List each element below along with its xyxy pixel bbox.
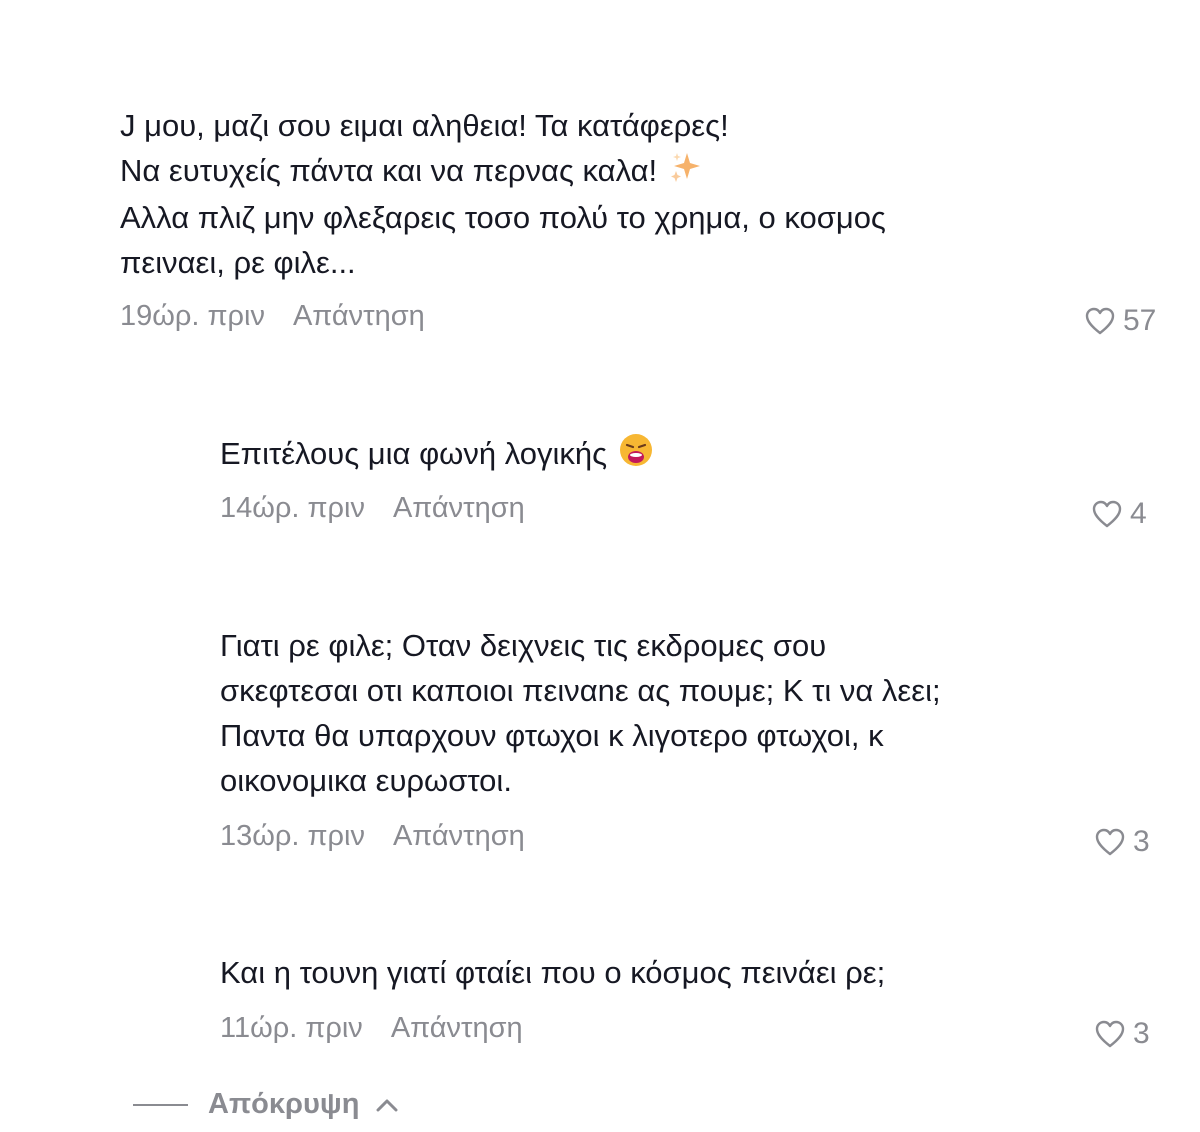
comment-text: Επιτέλους μια φωνή λογικής <box>220 431 653 479</box>
like-button[interactable]: 4 <box>1092 497 1147 531</box>
comment-line: Παντα θα υπαρχουν φτωχοι κ λιγοτερο φτωχ… <box>220 718 884 753</box>
like-button[interactable]: 3 <box>1095 1017 1150 1051</box>
comment-text: J μου, μαζι σου ειμαι αληθεια! Τα κατάφε… <box>120 103 886 285</box>
comment-time: 19ώρ. πριν <box>120 300 265 332</box>
comment-time: 14ώρ. πριν <box>220 492 365 524</box>
comment-line: Γιατι ρε φιλε; Οταν δειχνεις τις εκδρομε… <box>220 628 827 663</box>
comment-line: J μου, μαζι σου ειμαι αληθεια! Τα κατάφε… <box>120 108 729 143</box>
comment-time: 11ώρ. πριν <box>220 1012 363 1044</box>
reply-button[interactable]: Απάντηση <box>293 300 425 333</box>
comment-line: Να ευτυχείς πάντα και να περνας καλα! <box>120 148 886 195</box>
comment-2: Επιτέλους μια φωνή λογικής <box>220 431 653 479</box>
reply-button[interactable]: Απάντηση <box>393 820 525 853</box>
heart-outline-icon <box>1092 500 1122 528</box>
like-count: 57 <box>1123 304 1157 337</box>
chevron-up-icon <box>376 1099 398 1111</box>
heart-outline-icon <box>1095 1020 1125 1048</box>
comment-meta: 11ώρ. πριν Απάντηση <box>220 1012 523 1045</box>
comment-line: οικονομικα ευρωστοι. <box>220 763 512 798</box>
comment-1: J μου, μαζι σου ειμαι αληθεια! Τα κατάφε… <box>120 103 886 285</box>
weary-face-emoji <box>619 433 653 479</box>
sparkles-emoji <box>669 150 701 195</box>
comment-text: Και η τουνη γιατί φταίει που ο κόσμος πε… <box>220 950 885 995</box>
heart-outline-icon <box>1095 828 1125 856</box>
comment-line-text: Να ευτυχείς πάντα και να περνας καλα! <box>120 153 658 188</box>
comment-text: Γιατι ρε φιλε; Οταν δειχνεις τις εκδρομε… <box>220 623 941 803</box>
comment-4: Και η τουνη γιατί φταίει που ο κόσμος πε… <box>220 950 885 995</box>
like-count: 4 <box>1130 497 1147 530</box>
comment-line: Επιτέλους μια φωνή λογικής <box>220 431 653 479</box>
comment-meta: 14ώρ. πριν Απάντηση <box>220 492 525 525</box>
like-button[interactable]: 3 <box>1095 825 1150 859</box>
comment-meta: 19ώρ. πριν Απάντηση <box>120 300 425 333</box>
hide-replies-label: Απόκρυψη <box>208 1088 360 1120</box>
comment-line: σκεφτεσαι οτι καποιοι πειναnε ας πουμε; … <box>220 673 941 708</box>
reply-button[interactable]: Απάντηση <box>391 1012 523 1045</box>
like-button[interactable]: 57 <box>1085 304 1156 338</box>
comment-3: Γιατι ρε φιλε; Οταν δειχνεις τις εκδρομε… <box>220 623 941 803</box>
hide-replies-button[interactable]: Απόκρυψη <box>133 1088 399 1121</box>
comment-line: Και η τουνη γιατί φταίει που ο κόσμος πε… <box>220 955 886 990</box>
comment-time: 13ώρ. πριν <box>220 820 365 852</box>
comment-line: πειναει, ρε φιλε... <box>120 245 356 281</box>
comment-line-text: Επιτέλους μια φωνή λογικής <box>220 436 608 471</box>
like-count: 3 <box>1133 825 1150 858</box>
heart-outline-icon <box>1085 307 1115 335</box>
divider-line <box>133 1103 188 1106</box>
comment-meta: 13ώρ. πριν Απάντηση <box>220 820 525 853</box>
like-count: 3 <box>1133 1017 1150 1050</box>
comment-line: Αλλα πλιζ μην φλεξαρεις τοσο πολύ το χρη… <box>120 200 886 236</box>
reply-button[interactable]: Απάντηση <box>393 492 525 525</box>
